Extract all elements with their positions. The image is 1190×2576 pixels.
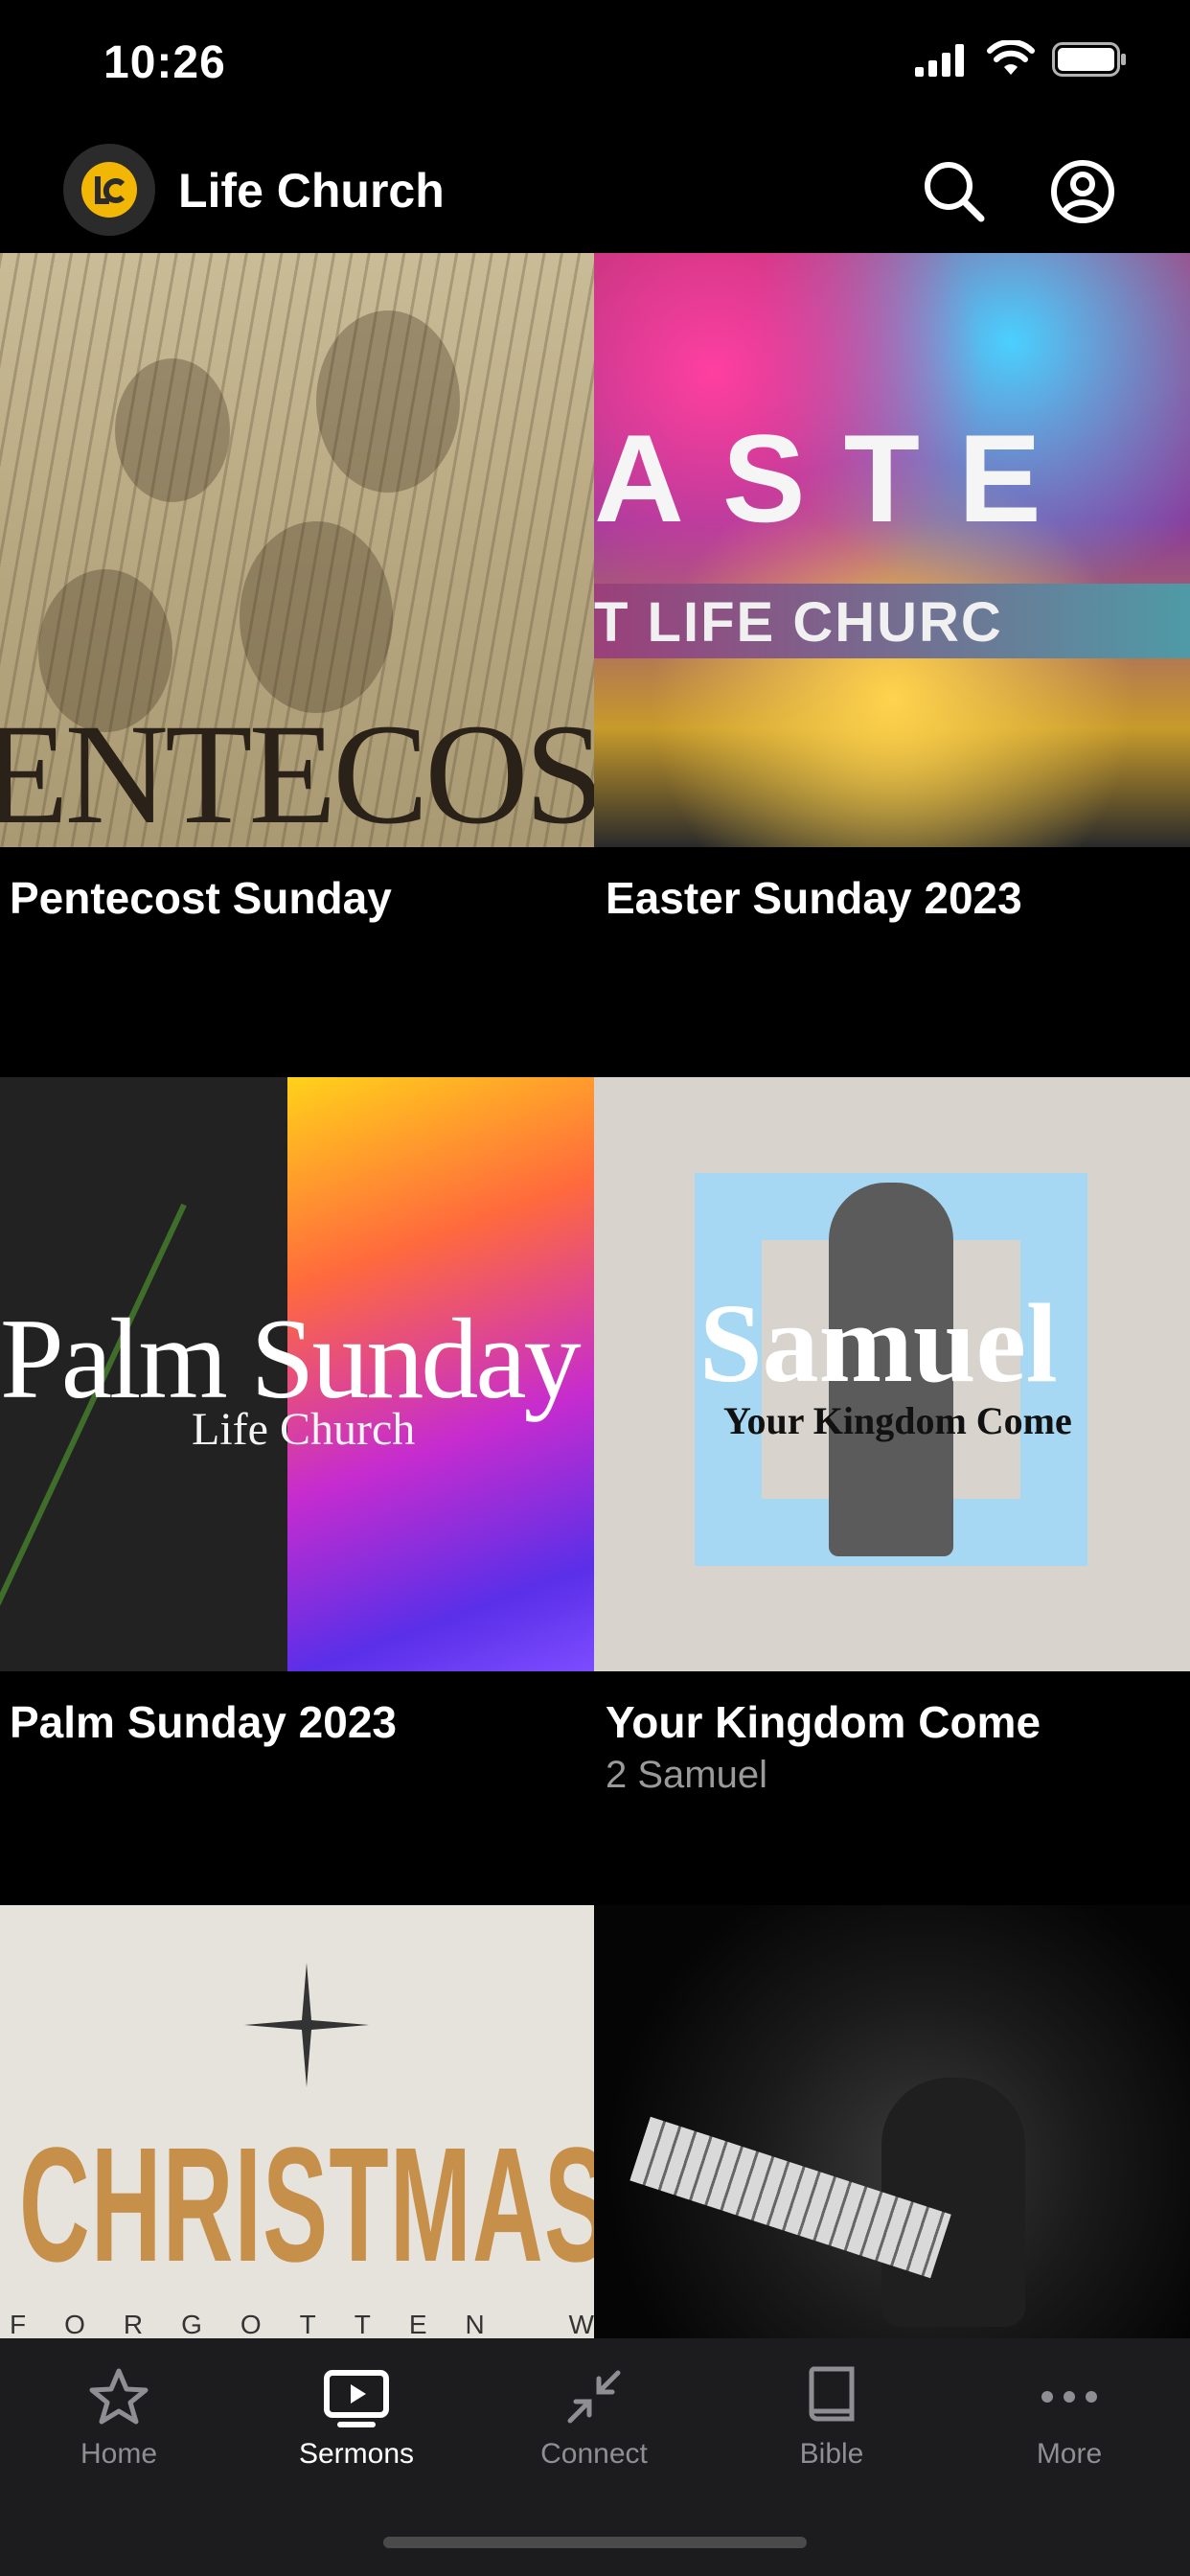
sermon-artwork-worship[interactable]: [594, 1905, 1190, 2338]
sermon-title[interactable]: Easter Sunday 2023: [606, 872, 1022, 924]
star-icon: [89, 2368, 149, 2425]
tab-label: Connect: [540, 2438, 648, 2470]
artwork-subtext: FORGOTTEN WITNE: [10, 2310, 594, 2338]
tab-connect[interactable]: Connect: [475, 2363, 713, 2478]
tab-label: More: [1036, 2438, 1103, 2470]
sermon-title[interactable]: Palm Sunday 2023: [10, 1696, 397, 1748]
tab-sermons[interactable]: Sermons: [238, 2363, 475, 2478]
sermon-title[interactable]: Pentecost Sunday: [10, 872, 392, 924]
artwork-text: CHRISTMAS: [19, 2114, 594, 2296]
tab-home[interactable]: Home: [0, 2363, 238, 2478]
app-header: Life Church: [0, 134, 1190, 253]
tab-more[interactable]: More: [950, 2363, 1188, 2478]
home-indicator[interactable]: [383, 2537, 807, 2548]
search-icon[interactable]: [920, 157, 989, 226]
arrows-inward-icon: [567, 2370, 621, 2424]
artwork-text: ENTECOS: [0, 695, 594, 847]
battery-icon: [1052, 42, 1126, 77]
ellipsis-icon: [1041, 2391, 1097, 2403]
app-title: Life Church: [178, 164, 445, 218]
sermon-artwork-christmas[interactable]: CHRISTMAS FORGOTTEN WITNE: [0, 1905, 594, 2338]
artwork-text: ASTE: [594, 408, 1080, 548]
play-screen-icon: [324, 2370, 389, 2427]
cellular-signal-icon: [915, 44, 964, 77]
sermon-subtitle: 2 Samuel: [606, 1754, 767, 1796]
tab-bible[interactable]: Bible: [713, 2363, 950, 2478]
sermon-artwork-pentecost[interactable]: ENTECOS: [0, 253, 594, 847]
book-icon: [809, 2366, 855, 2422]
sermon-title[interactable]: Your Kingdom Come: [606, 1696, 1041, 1748]
life-church-logo-icon[interactable]: [63, 144, 155, 236]
tab-label: Home: [80, 2438, 158, 2470]
tab-label: Sermons: [298, 2438, 415, 2470]
star-burst-icon: [244, 1963, 369, 2087]
sermon-artwork-easter[interactable]: ASTE T LIFE CHURC: [594, 253, 1190, 847]
sermon-artwork-samuel[interactable]: Samuel Your Kingdom Come: [594, 1077, 1190, 1671]
status-bar: 10:26: [0, 0, 1190, 134]
tab-label: Bible: [799, 2438, 864, 2470]
artwork-text: Samuel: [699, 1280, 1058, 1406]
artwork-subtext: Life Church: [192, 1404, 416, 1455]
status-time: 10:26: [103, 37, 226, 88]
sermon-artwork-palm-sunday[interactable]: Palm Sunday Life Church: [0, 1077, 594, 1671]
wifi-icon: [987, 40, 1035, 75]
person-circle-icon[interactable]: [1048, 157, 1117, 226]
artwork-band-text: T LIFE CHURC: [594, 591, 1003, 654]
artwork-subtext: Your Kingdom Come: [723, 1399, 1072, 1442]
